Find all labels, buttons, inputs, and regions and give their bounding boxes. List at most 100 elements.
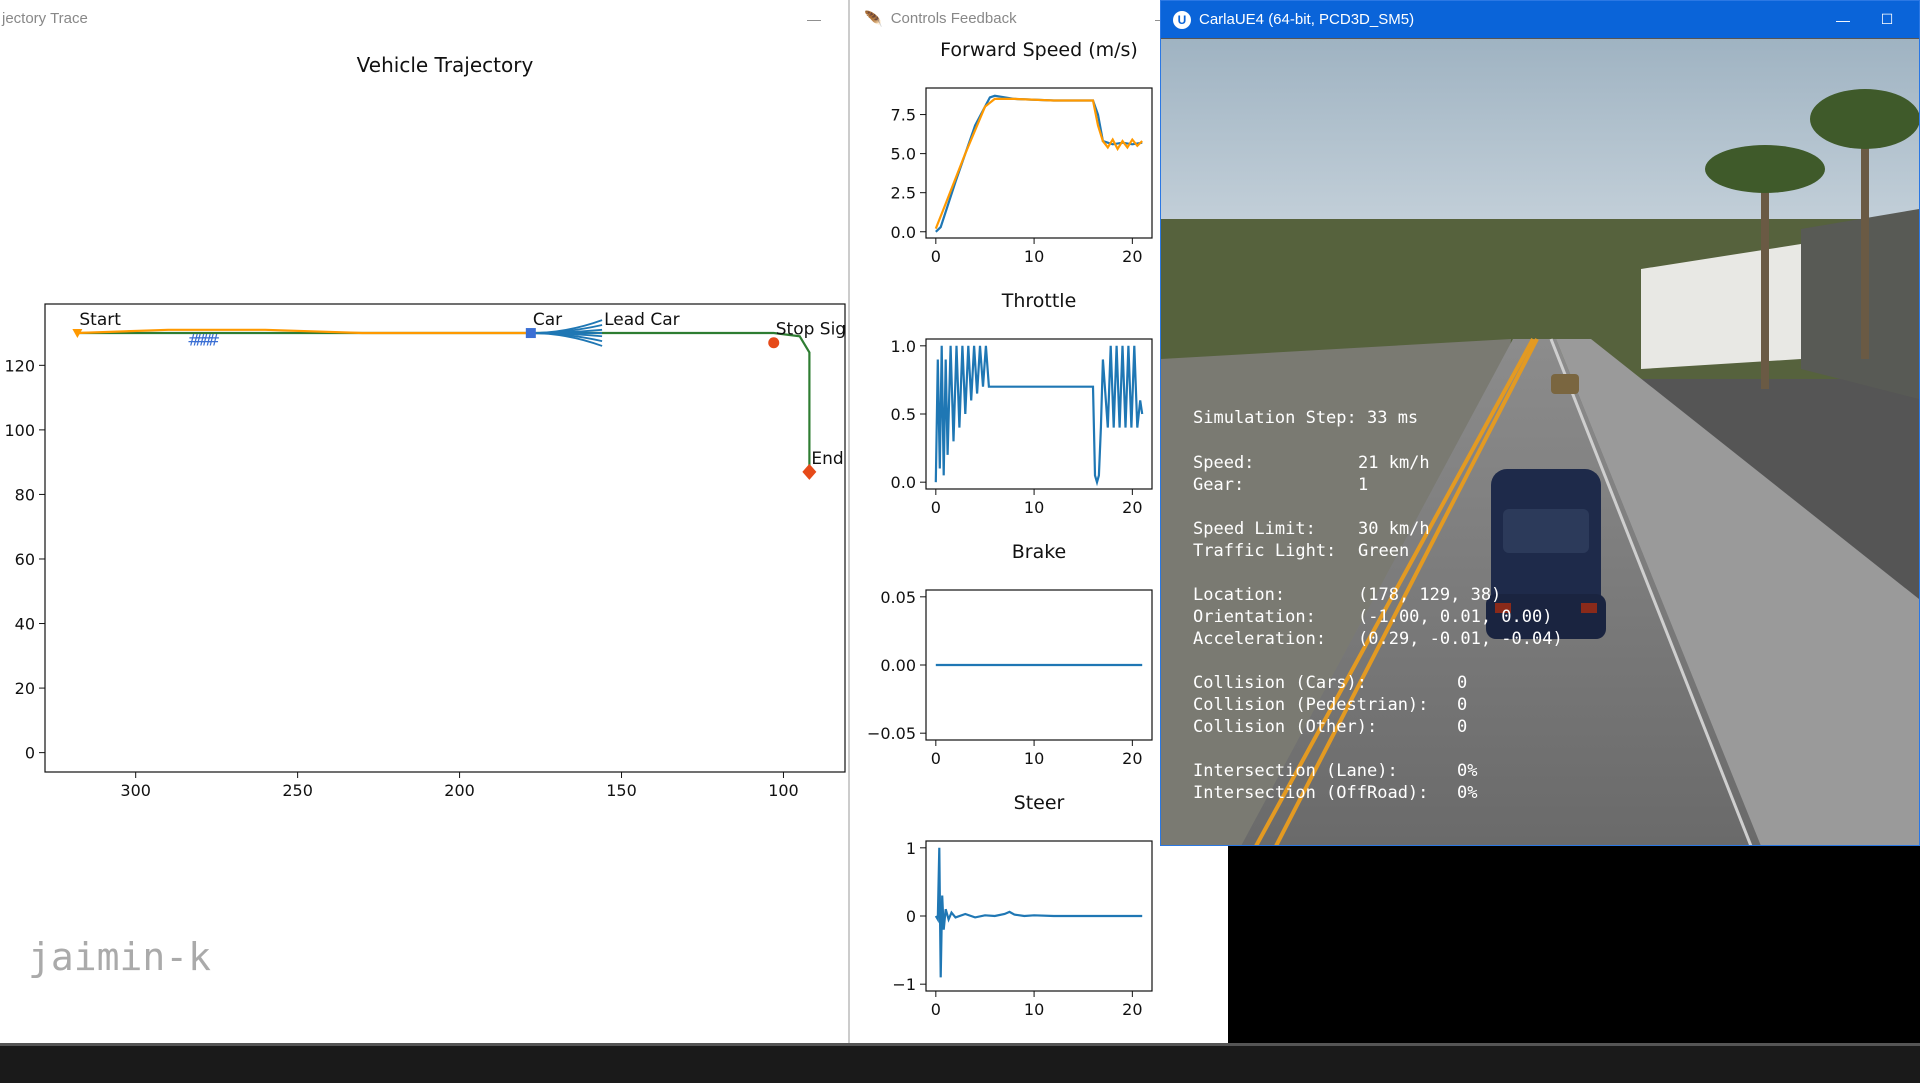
- collision-pedestrian-label: Collision (Pedestrian):: [1193, 695, 1429, 715]
- trajectory-titlebar: jectory Trace —: [0, 0, 848, 37]
- intersection-offroad-value: 0%: [1457, 783, 1478, 803]
- orientation-label: Orientation:: [1193, 607, 1316, 627]
- series-line-0: [935, 94, 1143, 233]
- carla-titlebar: U CarlaUE4 (64-bit, PCD3D_SM5) — ☐: [1161, 1, 1919, 38]
- plot-frame: [44, 303, 846, 773]
- x-tick-label: 250: [282, 781, 313, 800]
- watermark: jaimin-k: [28, 935, 212, 979]
- acceleration-value: (0.29, -0.01, -0.04): [1358, 629, 1563, 649]
- y-tick-label: 2.5: [891, 184, 916, 203]
- orientation-value: (-1.00, 0.01, 0.00): [1358, 607, 1553, 627]
- annotation-label: Stop Sig: [776, 320, 846, 340]
- y-tick-label: 7.5: [891, 106, 916, 125]
- collision-other-label: Collision (Other):: [1193, 717, 1378, 737]
- y-tick-label: 120: [4, 356, 35, 375]
- chart-title: Brake: [1012, 541, 1067, 563]
- feather-icon: 🪶: [864, 10, 883, 28]
- location-value: (178, 129, 38): [1358, 585, 1502, 605]
- intersection-offroad-label: Intersection (OffRoad):: [1193, 783, 1429, 803]
- x-tick-label: 10: [1024, 247, 1044, 266]
- trajectory-plot: Vehicle Trajectory300 250 200 150 1001201008…: [4, 53, 846, 800]
- x-tick-label: 100: [768, 781, 799, 800]
- annotation-label: Start: [79, 310, 121, 330]
- chart-title: Steer: [1014, 792, 1065, 814]
- y-tick-label: 100: [4, 421, 35, 440]
- y-tick-label: 1.0: [891, 337, 916, 356]
- location-label: Location:: [1193, 585, 1286, 605]
- sim-step-text: Simulation Step: 33 ms: [1193, 408, 1419, 428]
- speed-value: 21 km/h: [1358, 453, 1430, 473]
- speed-limit-value: 30 km/h: [1358, 519, 1430, 539]
- y-tick-label: 60: [15, 550, 35, 569]
- speed-label: Speed:: [1193, 453, 1255, 473]
- chart-2: Throttle 0 10 20 0.0 0.5 1.0: [891, 290, 1153, 517]
- y-tick-label: 40: [15, 615, 35, 634]
- x-tick-label: 300: [120, 781, 151, 800]
- traffic-light-label: Traffic Light:: [1193, 541, 1337, 561]
- intersection-lane-value: 0%: [1457, 761, 1478, 781]
- waypoint-mark: #: [207, 331, 220, 350]
- y-tick-label: 1: [906, 839, 916, 858]
- unreal-icon: U: [1173, 10, 1191, 29]
- chart-title: Forward Speed (m/s): [940, 39, 1138, 61]
- series-line-0: [934, 847, 1143, 978]
- y-tick-label: 5.0: [891, 145, 916, 164]
- x-tick-label: 150: [606, 781, 637, 800]
- chart-1: Forward Speed (m/s) 0 10 20 0.0 2.5 5.0 7.5: [891, 39, 1153, 266]
- series-line-0: [934, 345, 1144, 487]
- gear-label: Gear:: [1193, 475, 1245, 495]
- collision-other-value: 0: [1457, 717, 1468, 737]
- trajectory-window: jectory Trace — Vehicle Trajectory 300 250…: [0, 0, 848, 1043]
- x-tick-label: 20: [1122, 749, 1142, 768]
- minimize-button[interactable]: —: [1821, 12, 1865, 28]
- building-right: [1801, 209, 1919, 399]
- y-tick-label: 0.00: [880, 656, 916, 675]
- x-tick-label: 20: [1122, 1000, 1142, 1019]
- carla-window-title: CarlaUE4 (64-bit, PCD3D_SM5): [1199, 11, 1415, 28]
- collision-cars-value: 0: [1457, 673, 1468, 693]
- annotation-label: Lead Car: [604, 310, 680, 330]
- chart-4: Steer0 10 2010−1: [892, 792, 1153, 1019]
- series-line-1: [934, 97, 1143, 230]
- minimize-button[interactable]: —: [792, 11, 836, 27]
- x-tick-label: 10: [1024, 498, 1044, 517]
- taskbar: [0, 1043, 1920, 1083]
- plot-frame: [925, 87, 1153, 239]
- controls-window-title: Controls Feedback: [890, 10, 1017, 27]
- x-tick-label: 0: [931, 247, 941, 266]
- x-tick-label: 0: [931, 498, 941, 517]
- collision-cars-label: Collision (Cars):: [1193, 673, 1367, 693]
- x-tick-label: 20: [1122, 498, 1142, 517]
- x-tick-label: 0: [931, 749, 941, 768]
- speed-limit-label: Speed Limit:: [1193, 519, 1316, 539]
- chart-0: Vehicle Trajectory300 250 200 150 1001201008…: [4, 53, 846, 800]
- y-tick-label: 0.0: [891, 473, 916, 492]
- chart-3: Brake 0 10 20 0.05 0.00 −0.05: [867, 541, 1153, 768]
- chart-title: Vehicle Trajectory: [357, 53, 534, 77]
- annotation-label: End: [811, 449, 843, 469]
- distant-car: [1551, 374, 1579, 394]
- traffic-light-value: Green: [1358, 541, 1410, 561]
- x-tick-label: 10: [1024, 1000, 1044, 1019]
- y-tick-label: 0: [906, 907, 916, 926]
- y-tick-label: −1: [892, 975, 916, 994]
- series-line-0: [77, 331, 811, 472]
- y-tick-label: 0.5: [891, 405, 916, 424]
- chart-title: Throttle: [1001, 290, 1077, 312]
- x-tick-label: 0: [931, 1000, 941, 1019]
- collision-pedestrian-value: 0: [1457, 695, 1468, 715]
- carla-window: U CarlaUE4 (64-bit, PCD3D_SM5) — ☐ Simul…: [1160, 0, 1920, 846]
- maximize-button[interactable]: ☐: [1865, 11, 1909, 28]
- y-tick-label: 80: [15, 485, 35, 504]
- x-tick-label: 200: [444, 781, 475, 800]
- y-tick-label: 20: [15, 679, 35, 698]
- acceleration-label: Acceleration:: [1193, 629, 1327, 649]
- gear-value: 1: [1358, 475, 1369, 495]
- y-tick-label: −0.05: [867, 724, 916, 743]
- y-tick-label: 0: [25, 744, 35, 763]
- annotation-label: Car: [533, 310, 562, 330]
- x-tick-label: 10: [1024, 749, 1044, 768]
- trajectory-window-title: jectory Trace: [2, 10, 88, 27]
- y-tick-label: 0.05: [880, 588, 916, 607]
- y-tick-label: 0.0: [891, 223, 916, 242]
